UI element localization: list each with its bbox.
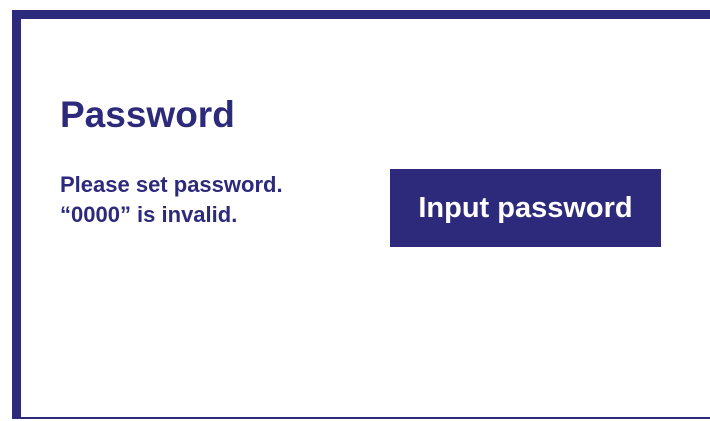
- dialog-border-top: [12, 10, 710, 19]
- page-title: Password: [60, 94, 235, 135]
- message-line-1: Please set password.: [60, 172, 283, 197]
- dialog-border-bottom: [12, 417, 710, 419]
- dialog-border-left: [12, 10, 21, 418]
- input-password-button[interactable]: Input password: [390, 169, 661, 247]
- password-dialog: Password Please set password. “0000” is …: [0, 0, 710, 421]
- message-line-2: “0000” is invalid.: [60, 202, 238, 227]
- password-message: Please set password. “0000” is invalid.: [60, 170, 283, 230]
